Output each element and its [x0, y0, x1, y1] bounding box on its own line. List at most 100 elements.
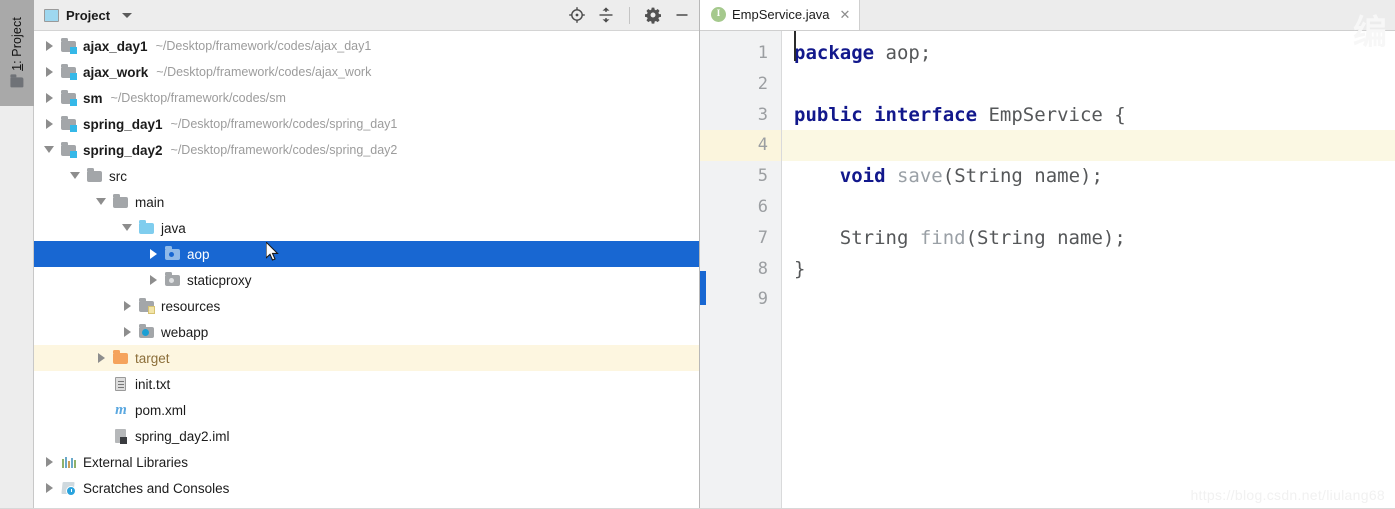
code-line[interactable]: package aop;	[782, 38, 1395, 69]
line-number[interactable]: 5	[700, 161, 781, 192]
tree-row-ajax-work[interactable]: ajax_work ~/Desktop/framework/codes/ajax_…	[34, 59, 699, 85]
code-line[interactable]	[782, 192, 1395, 223]
watermark-top: 编	[1353, 13, 1387, 53]
web-folder-icon	[138, 324, 155, 340]
tool-window-strip: 1: Project	[0, 0, 34, 509]
code-line[interactable]: }	[782, 254, 1395, 285]
chevron-down-icon[interactable]	[70, 170, 82, 182]
chevron-right-icon[interactable]	[148, 248, 160, 260]
tree-row-label: init.txt	[135, 376, 171, 392]
project-view-selector[interactable]: Project	[44, 8, 133, 23]
code-token: aop;	[874, 42, 932, 64]
gear-icon[interactable]	[644, 6, 662, 24]
libraries-icon	[60, 454, 77, 470]
tree-row-spring-day1[interactable]: spring_day1 ~/Desktop/framework/codes/spr…	[34, 111, 699, 137]
editor-tab-label: EmpService.java	[732, 7, 830, 22]
text-caret	[794, 31, 796, 61]
tree-row-init-txt[interactable]: init.txt	[34, 371, 699, 397]
tree-row-label: Scratches and Consoles	[83, 480, 230, 496]
tree-row-pom-xml[interactable]: m pom.xml	[34, 397, 699, 423]
code-line[interactable]: public interface EmpService {	[782, 100, 1395, 131]
tree-row-path: ~/Desktop/framework/codes/ajax_work	[156, 65, 372, 79]
tree-row-label: main	[135, 194, 165, 210]
tree-row-label: sm	[83, 90, 103, 106]
line-number[interactable]: 4	[700, 130, 781, 162]
chevron-down-icon[interactable]	[96, 196, 108, 208]
tree-row-label: resources	[161, 298, 221, 314]
chevron-right-icon[interactable]	[122, 326, 134, 338]
minimize-icon[interactable]	[673, 6, 691, 24]
folder-icon	[112, 194, 129, 210]
chevron-right-icon[interactable]	[44, 66, 56, 78]
chevron-down-icon[interactable]	[122, 12, 133, 18]
chevron-right-icon[interactable]	[148, 274, 160, 286]
source-root-icon	[138, 220, 155, 236]
folder-icon	[86, 168, 103, 184]
no-arrow-spacer	[96, 404, 108, 416]
tool-window-button-project[interactable]: 1: Project	[0, 0, 34, 106]
tree-row-target[interactable]: target	[34, 345, 699, 371]
close-icon[interactable]: ✕	[840, 8, 851, 21]
line-number[interactable]: 7	[700, 223, 781, 254]
tree-row-label: External Libraries	[83, 454, 189, 470]
line-number-gutter[interactable]: 123456789	[700, 31, 782, 509]
chevron-right-icon[interactable]	[96, 352, 108, 364]
tree-row-main[interactable]: main	[34, 189, 699, 215]
collapse-all-icon[interactable]	[597, 6, 615, 24]
module-folder-icon	[60, 116, 77, 132]
chevron-right-icon[interactable]	[44, 40, 56, 52]
project-panel-header: Project	[34, 0, 699, 31]
tree-row-label: pom.xml	[135, 402, 187, 418]
tree-row-spring-day2-iml[interactable]: spring_day2.iml	[34, 423, 699, 449]
module-folder-icon	[60, 38, 77, 54]
line-number[interactable]: 1	[700, 38, 781, 69]
code-line[interactable]	[782, 69, 1395, 100]
editor-tab-empservice[interactable]: I EmpService.java ✕	[700, 0, 861, 30]
line-number[interactable]: 3	[700, 100, 781, 131]
chevron-right-icon[interactable]	[44, 456, 56, 468]
interface-icon: I	[711, 7, 726, 22]
tree-row-scratches-and-consoles[interactable]: Scratches and Consoles	[34, 475, 699, 501]
chevron-right-icon[interactable]	[44, 482, 56, 494]
chevron-right-icon[interactable]	[122, 300, 134, 312]
project-tree[interactable]: ajax_day1 ~/Desktop/framework/codes/ajax_…	[34, 31, 699, 509]
line-number[interactable]: 8	[700, 254, 781, 285]
tree-row-staticproxy[interactable]: staticproxy	[34, 267, 699, 293]
code-token: package	[794, 42, 875, 64]
line-number[interactable]: 9	[700, 284, 781, 315]
code-line[interactable]: void save(String name);	[782, 161, 1395, 192]
chevron-right-icon[interactable]	[44, 92, 56, 104]
line-number[interactable]: 6	[700, 192, 781, 223]
tree-row-external-libraries[interactable]: External Libraries	[34, 449, 699, 475]
tree-row-resources[interactable]: resources	[34, 293, 699, 319]
text-file-icon	[112, 376, 129, 392]
chevron-down-icon[interactable]	[122, 222, 134, 234]
code-line[interactable]	[782, 31, 1395, 162]
tree-row-sm[interactable]: sm ~/Desktop/framework/codes/sm	[34, 85, 699, 111]
tree-row-ajax-day1[interactable]: ajax_day1 ~/Desktop/framework/codes/ajax_…	[34, 33, 699, 59]
tree-row-label: spring_day2	[83, 142, 163, 158]
code-token: (String name);	[942, 165, 1103, 188]
code-view[interactable]: 123456789 package aop; public interface …	[700, 31, 1395, 509]
editor-area: I EmpService.java ✕ 123456789 package ao…	[700, 0, 1395, 509]
toolbar-divider	[629, 6, 630, 24]
package-icon	[164, 272, 181, 288]
code-line[interactable]	[782, 284, 1395, 315]
code-token: save	[896, 165, 943, 188]
tree-row-spring-day2[interactable]: spring_day2 ~/Desktop/framework/codes/spr…	[34, 137, 699, 163]
tree-row-java[interactable]: java	[34, 215, 699, 241]
tree-row-label: spring_day1	[83, 116, 163, 132]
watermark-url: https://blog.csdn.net/liulang68	[1190, 487, 1385, 503]
code-line[interactable]: String find(String name);	[782, 223, 1395, 254]
tree-row-label: ajax_day1	[83, 38, 148, 54]
line-number[interactable]: 2	[700, 69, 781, 100]
chevron-down-icon[interactable]	[44, 144, 56, 156]
tree-row-webapp[interactable]: webapp	[34, 319, 699, 345]
locate-icon[interactable]	[568, 6, 586, 24]
code-content[interactable]: package aop; public interface EmpService…	[782, 31, 1395, 509]
tree-row-label: staticproxy	[187, 272, 252, 288]
tree-row-src[interactable]: src	[34, 163, 699, 189]
tree-row-aop[interactable]: aop	[34, 241, 699, 267]
chevron-right-icon[interactable]	[44, 118, 56, 130]
